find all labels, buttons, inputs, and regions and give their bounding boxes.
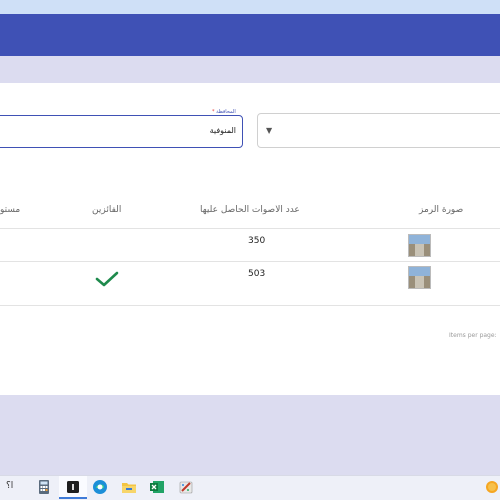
required-mark: *: [212, 109, 215, 115]
header-votes[interactable]: عدد الاصوات الحاصل عليها: [200, 205, 300, 215]
app-toolbar: [0, 14, 500, 56]
header-image[interactable]: صورة الرمز: [419, 205, 463, 215]
items-per-page-label: Items per page:: [449, 332, 497, 339]
secondary-select[interactable]: ▼: [257, 113, 500, 148]
weather-icon[interactable]: [484, 479, 500, 495]
symbol-thumbnail[interactable]: [408, 266, 431, 289]
calculator-icon[interactable]: [36, 479, 52, 495]
file-explorer-icon[interactable]: [121, 479, 137, 495]
page-background: [0, 395, 500, 475]
header-divider: [0, 228, 500, 229]
votes-cell: 503: [248, 269, 266, 279]
browser-top-strip: [0, 0, 500, 14]
row-divider: [0, 261, 500, 262]
header-winners[interactable]: الفائزين: [92, 205, 121, 215]
governorate-value: المنوفية: [209, 126, 236, 135]
header-rank[interactable]: مستو: [0, 205, 20, 215]
check-icon: [95, 271, 119, 287]
dropdown-arrow-icon[interactable]: ▼: [266, 126, 272, 135]
taskbar-text: ا؟: [6, 481, 14, 491]
votes-cell: 350: [248, 236, 266, 246]
governorate-label: * المحافظة: [210, 109, 238, 115]
governorate-label-text: المحافظة: [216, 109, 236, 115]
toolbar-band: [0, 56, 500, 83]
paint-icon[interactable]: [178, 479, 194, 495]
excel-icon[interactable]: [149, 479, 165, 495]
row-divider: [0, 305, 500, 306]
edge-browser-icon[interactable]: [92, 479, 108, 495]
symbol-thumbnail[interactable]: [408, 234, 431, 257]
terminal-icon[interactable]: [65, 479, 81, 495]
